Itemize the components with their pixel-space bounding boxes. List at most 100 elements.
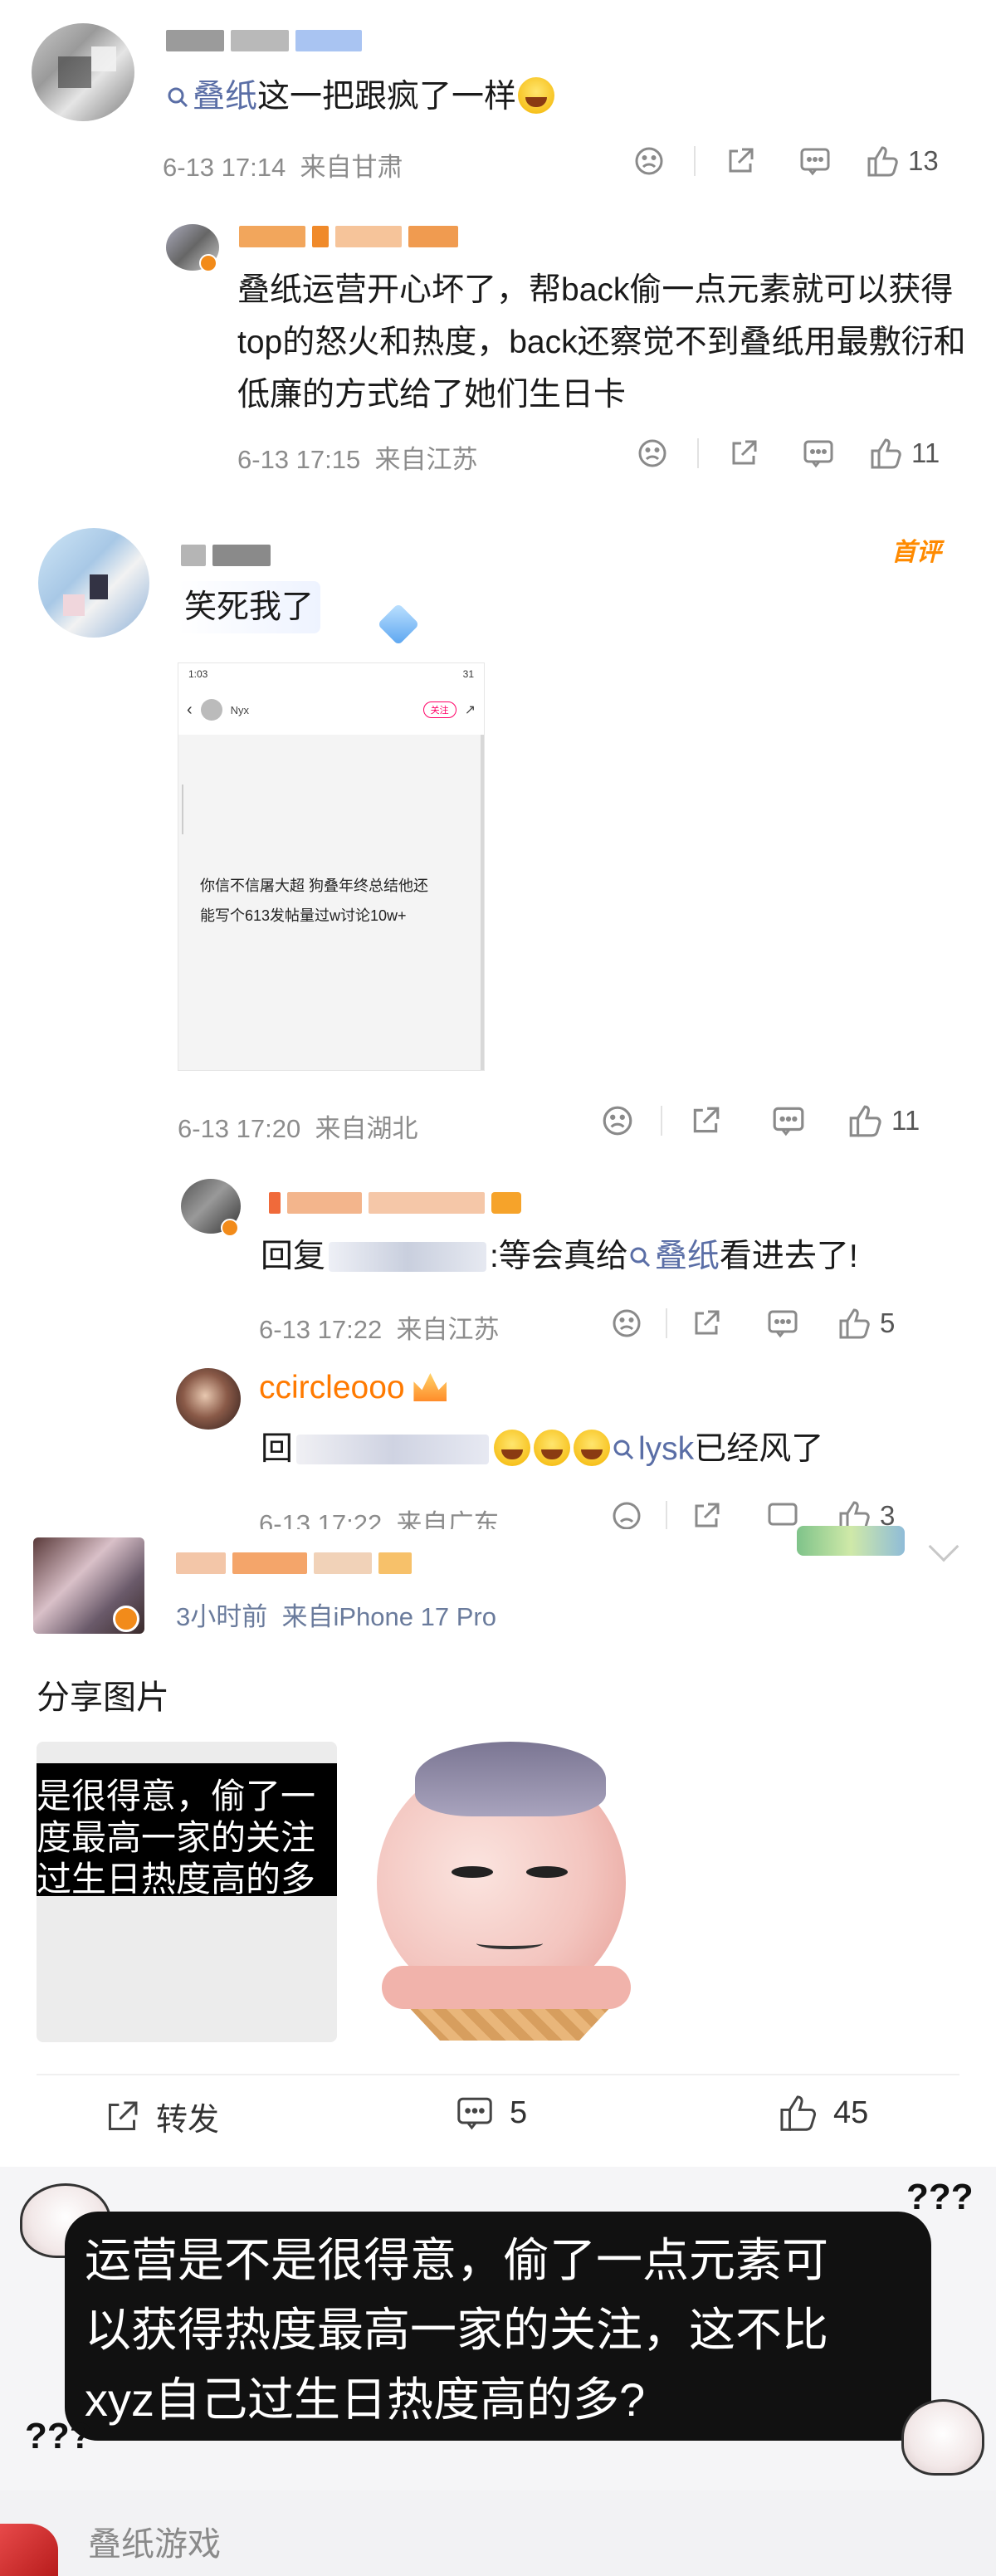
app-logo-icon[interactable] xyxy=(0,2524,58,2576)
account-name[interactable]: 叠纸游戏 xyxy=(88,2517,221,2565)
question-marks: ??? xyxy=(906,2177,974,2217)
sticker-icon xyxy=(797,1526,905,1556)
share-button[interactable] xyxy=(686,1496,727,1529)
username-blurred[interactable] xyxy=(176,1552,412,1574)
avatar xyxy=(200,699,222,721)
follow-button: 关注 xyxy=(422,701,456,718)
back-arrow-icon: ‹ xyxy=(187,700,193,719)
like-count: 13 xyxy=(908,145,939,176)
search-icon xyxy=(630,1247,650,1268)
laughing-emoji xyxy=(534,1430,571,1466)
topic-link[interactable]: 叠纸 xyxy=(166,79,257,115)
dislike-button[interactable] xyxy=(593,1101,642,1141)
comment-icon xyxy=(773,1107,804,1136)
thumbs-up-icon xyxy=(849,1105,881,1137)
reply-meta-clipped: 6-13 17:22 来自广东 3 xyxy=(0,1494,996,1529)
status-time: 1:03 xyxy=(188,668,208,680)
reply-actions: 11 xyxy=(627,433,940,473)
username-blurred[interactable] xyxy=(166,30,362,51)
like-count: 5 xyxy=(880,1308,896,1338)
avatar[interactable] xyxy=(32,23,134,121)
laughing-emoji xyxy=(518,77,555,114)
dislike-button[interactable] xyxy=(627,433,677,473)
verified-badge xyxy=(113,1606,139,1632)
comment-image[interactable]: 1:03 31 ‹ Nyx 关注 ↗ 你信不信屠大超 狗叠年终总结他还 能写个6… xyxy=(178,662,485,1071)
laughing-emoji xyxy=(494,1430,531,1466)
mention-blurred[interactable] xyxy=(329,1242,487,1272)
like-button[interactable]: 45 xyxy=(777,2092,868,2134)
reply-text: 回复:等会真给 叠纸看进去了! xyxy=(261,1239,858,1274)
reply-button[interactable] xyxy=(762,1496,803,1529)
reply-text: 叠纸运营开心坏了，帮back偷一点元素就可以获得top的怒火和热度，back还察… xyxy=(237,272,966,413)
reply-username[interactable]: ccircleooo xyxy=(259,1370,447,1406)
search-icon xyxy=(613,1440,634,1460)
comment-meta: 6-13 17:14 来自甘肃 xyxy=(163,153,403,182)
comment-actions: 11 xyxy=(593,1101,920,1141)
share-icon xyxy=(695,1310,720,1335)
comment-icon xyxy=(768,1503,798,1526)
dislike-button[interactable] xyxy=(624,141,674,181)
share-button[interactable] xyxy=(715,141,765,181)
username-blurred[interactable] xyxy=(269,1192,521,1214)
embedded-text-1: 你信不信屠大超 狗叠年终总结他还 xyxy=(200,877,428,894)
topic-link[interactable]: lysk xyxy=(612,1431,694,1467)
comments-button[interactable]: 5 xyxy=(455,2094,527,2132)
comment-actions: 13 xyxy=(624,141,939,181)
reply-meta: 6-13 17:22 来自江苏 xyxy=(259,1315,500,1344)
like-button[interactable]: 11 xyxy=(868,436,940,471)
laughing-emoji xyxy=(574,1430,611,1466)
share-button[interactable] xyxy=(686,1303,727,1343)
reply-button[interactable] xyxy=(764,1101,813,1141)
dislike-button[interactable] xyxy=(606,1496,647,1529)
diamond-icon xyxy=(377,603,420,646)
repost-button[interactable]: 转发 xyxy=(103,2094,219,2139)
username-blurred[interactable] xyxy=(239,226,458,247)
meme-line-3: xyz自己过生日热度高的多? xyxy=(85,2373,646,2426)
reply-meta: 6-13 17:15 来自江苏 xyxy=(237,445,478,474)
comment-icon xyxy=(803,440,833,468)
frown-face-icon xyxy=(613,1502,641,1529)
like-button[interactable]: 3 xyxy=(837,1498,895,1529)
chevron-down-icon[interactable] xyxy=(928,1531,959,1562)
status-battery: 31 xyxy=(462,668,474,680)
comment-icon xyxy=(768,1310,798,1338)
frown-face-icon xyxy=(603,1106,632,1136)
reply-button[interactable] xyxy=(790,141,840,181)
meme-line-1: 运营是不是很得意，偷了一点元素可 xyxy=(85,2234,828,2286)
question-marks: ??? xyxy=(25,2416,92,2456)
meme-line-2: 以获得热度最高一家的关注，这不比 xyxy=(85,2304,828,2356)
username-blurred[interactable] xyxy=(181,545,271,566)
avatar[interactable] xyxy=(38,528,149,638)
comment-text: 笑死我了 xyxy=(178,581,321,633)
thumbs-up-icon xyxy=(871,438,901,469)
embedded-username: Nyx xyxy=(230,703,250,716)
mention-blurred[interactable] xyxy=(296,1435,490,1464)
like-button[interactable]: 13 xyxy=(865,144,939,178)
embedded-text-2: 能写个613发帖量过w讨论10w+ xyxy=(200,907,407,924)
share-button[interactable] xyxy=(719,433,769,473)
post-meta: 3小时前 来自iPhone 17 Pro xyxy=(176,1602,496,1631)
like-count: 11 xyxy=(911,437,940,468)
frown-face-icon xyxy=(638,439,666,467)
thumbs-up-icon xyxy=(839,1501,870,1529)
like-button[interactable]: 11 xyxy=(847,1102,920,1139)
reply-button[interactable] xyxy=(793,433,843,473)
frown-face-icon xyxy=(635,147,663,175)
share-button[interactable] xyxy=(681,1101,730,1141)
dislike-button[interactable] xyxy=(606,1303,647,1343)
thumbs-up-icon xyxy=(780,2095,817,2131)
share-icon xyxy=(108,2101,138,2130)
reply-button[interactable] xyxy=(762,1303,803,1343)
like-button[interactable]: 5 xyxy=(837,1306,895,1341)
post-image-1[interactable]: 是很得意，偷了一 度最高一家的关注 过生日热度高的多 xyxy=(37,1742,337,2042)
verified-badge xyxy=(199,254,217,272)
first-comment-badge: 首评 xyxy=(891,539,941,566)
topic-link[interactable]: 叠纸 xyxy=(628,1239,720,1274)
post-image-2[interactable] xyxy=(344,1742,656,2057)
comment-text: 叠纸这一把跟疯了一样 xyxy=(166,71,556,123)
crown-icon xyxy=(413,1373,447,1401)
meme-character-icon xyxy=(901,2399,984,2476)
share-icon xyxy=(732,440,757,465)
avatar[interactable] xyxy=(176,1368,241,1430)
reply-text: 回 lysk已经风了 xyxy=(261,1430,824,1467)
